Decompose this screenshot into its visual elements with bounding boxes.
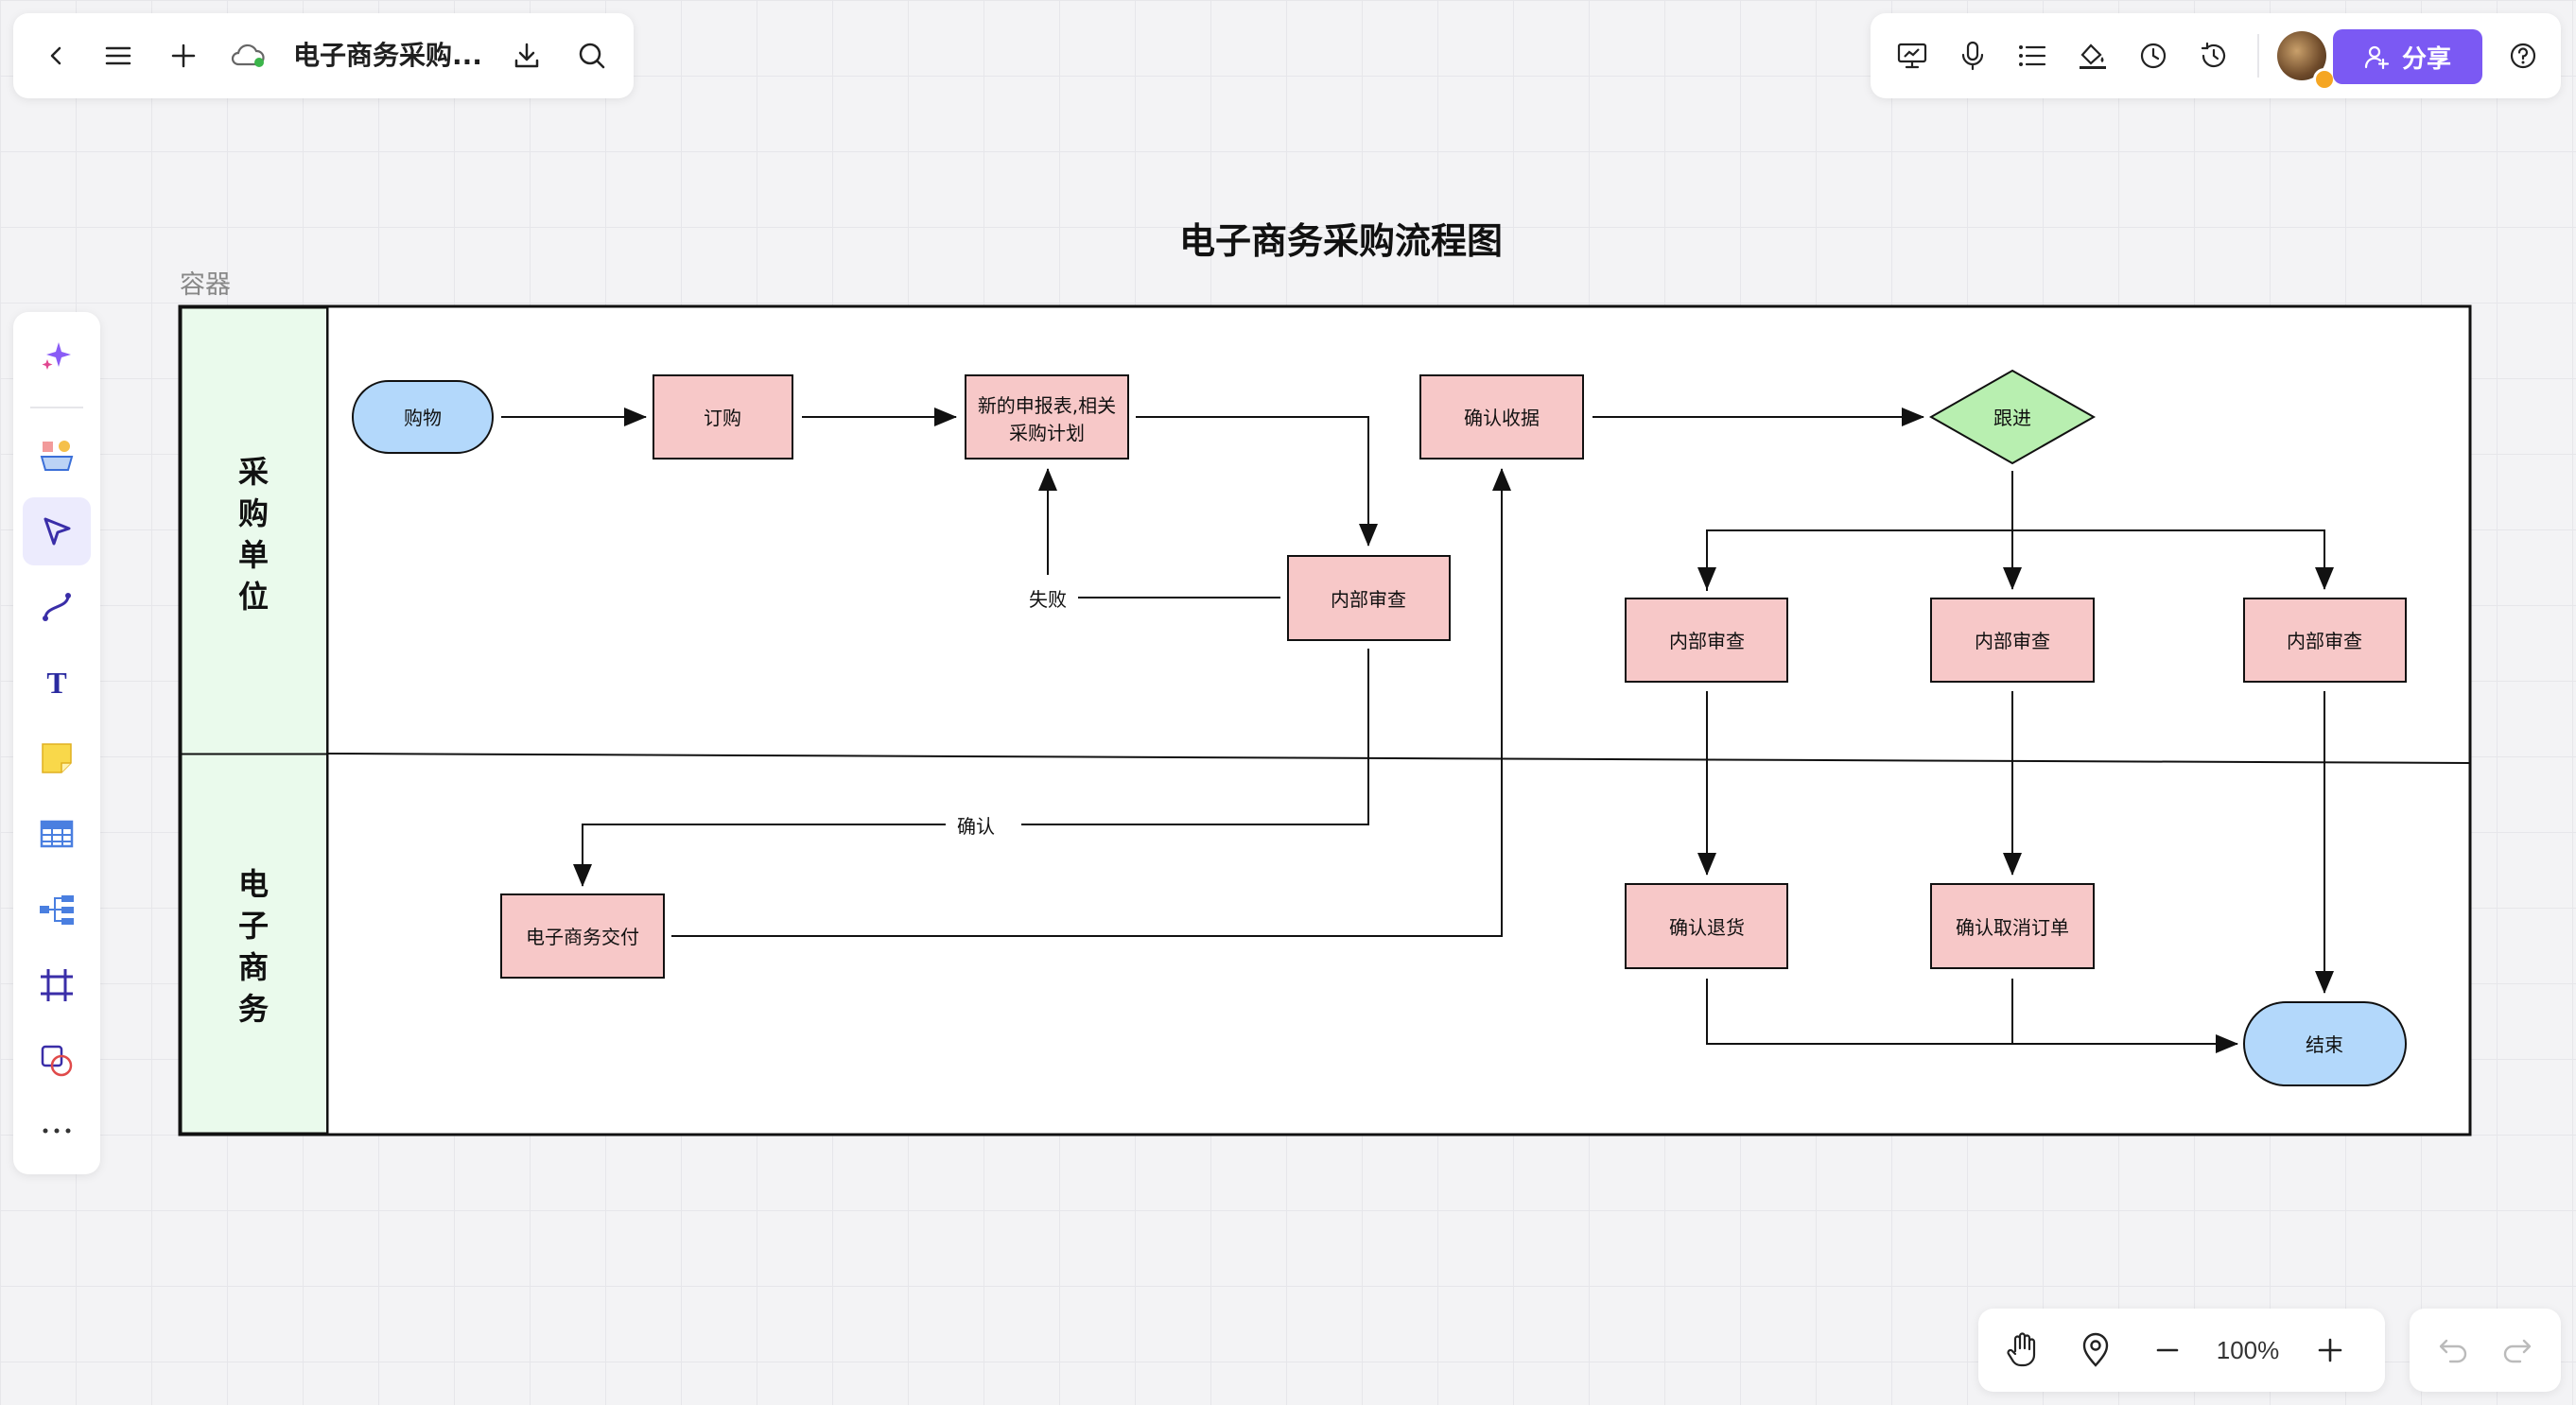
edge-label-failed: 失败 (1029, 588, 1067, 611)
node-neibu-shencha-2-label: 内部审查 (1669, 630, 1745, 652)
share-label: 分享 (2401, 44, 2451, 74)
undo-redo-toolbar (2410, 1309, 2561, 1392)
lane-header-ecommerce (180, 753, 329, 1135)
svg-text:单: 单 (238, 537, 269, 573)
mindmap-icon[interactable] (23, 876, 91, 944)
node-dinggou-label: 订购 (704, 407, 741, 429)
zoom-level[interactable]: 100% (2201, 1309, 2295, 1392)
toolbar-divider (2257, 34, 2259, 78)
svg-text:子: 子 (238, 908, 269, 944)
node-gouwu-label: 购物 (404, 407, 442, 429)
node-jieshu[interactable]: 结束 (2243, 1001, 2407, 1086)
node-gouwu[interactable]: 购物 (352, 380, 494, 454)
microphone-icon[interactable] (1954, 37, 1992, 75)
presentation-icon[interactable] (1893, 37, 1931, 75)
node-dinggou[interactable]: 订购 (653, 374, 793, 460)
svg-text:T: T (46, 666, 66, 700)
svg-text:采: 采 (238, 454, 269, 490)
table-icon[interactable] (23, 800, 91, 868)
svg-text:商: 商 (238, 949, 269, 985)
share-person-icon (2364, 45, 2390, 70)
menu-icon[interactable] (99, 37, 137, 75)
sticky-note-icon[interactable] (23, 724, 91, 792)
svg-text:务: 务 (238, 991, 269, 1027)
node-shenbao-label-2: 采购计划 (1009, 422, 1085, 444)
cloud-sync-icon (227, 37, 269, 75)
node-neibu-shencha-1[interactable]: 内部审查 (1287, 555, 1451, 641)
node-jieshu-label: 结束 (2306, 1033, 2343, 1056)
download-icon[interactable] (508, 37, 546, 75)
ai-sparkle-icon[interactable] (23, 321, 91, 390)
node-neibu-shencha-2[interactable]: 内部审查 (1625, 598, 1788, 683)
node-neibu-shencha-4[interactable]: 内部审查 (2243, 598, 2407, 683)
zoom-in-button[interactable] (2309, 1329, 2351, 1371)
svg-text:电: 电 (238, 866, 269, 902)
more-icon[interactable] (23, 1102, 91, 1159)
zoom-out-button[interactable] (2147, 1329, 2188, 1371)
redo-icon[interactable] (2497, 1329, 2538, 1371)
node-dianzi-jiaofu[interactable]: 电子商务交付 (500, 893, 665, 979)
node-shenbao[interactable]: 新的申报表,相关 采购计划 (965, 374, 1129, 460)
node-neibu-shencha-3[interactable]: 内部审查 (1930, 598, 2095, 683)
container-label: 容器 (180, 270, 231, 300)
shapes-icon[interactable] (23, 1027, 91, 1095)
hand-pan-icon[interactable] (2001, 1329, 2043, 1371)
help-icon[interactable] (2504, 37, 2542, 75)
swimlane-container[interactable] (178, 304, 2472, 1136)
edge-label-confirm: 确认 (957, 815, 995, 838)
undo-icon[interactable] (2432, 1329, 2474, 1371)
select-cursor-icon[interactable] (23, 497, 91, 565)
svg-text:购: 购 (238, 495, 269, 531)
whiteboard-canvas[interactable]: 电子商务采购流程图 容器 采 购 单 位 电 子 商 务 失败 确认 购物 订购… (0, 0, 2576, 1405)
node-queren-tuihuo[interactable]: 确认退货 (1625, 883, 1788, 969)
clock-icon[interactable] (2134, 37, 2172, 75)
node-queren-shouju-label: 确认收据 (1464, 407, 1540, 429)
svg-text:位: 位 (238, 579, 269, 615)
fill-bucket-icon[interactable] (2074, 37, 2112, 75)
node-queren-quxiao-label: 确认取消订单 (1956, 916, 2069, 939)
back-icon[interactable] (38, 37, 76, 75)
node-queren-shouju[interactable]: 确认收据 (1419, 374, 1584, 460)
node-queren-tuihuo-label: 确认退货 (1669, 916, 1745, 939)
search-icon[interactable] (573, 37, 611, 75)
palette-divider (30, 407, 83, 408)
frame-icon[interactable] (23, 951, 91, 1019)
node-neibu-shencha-1-label: 内部审查 (1331, 588, 1406, 611)
location-pin-icon[interactable] (2075, 1329, 2116, 1371)
history-icon[interactable] (2195, 37, 2233, 75)
node-genjin-label: 跟进 (1993, 407, 2031, 429)
list-icon[interactable] (2013, 37, 2051, 75)
zoom-toolbar: 100% (1978, 1309, 2385, 1392)
node-neibu-shencha-4-label: 内部审查 (2287, 630, 2362, 652)
top-left-toolbar: 电子商务采购... (13, 13, 634, 98)
left-tool-palette: T (13, 312, 100, 1174)
connector-icon[interactable] (23, 573, 91, 641)
template-icon[interactable] (23, 422, 91, 490)
share-button[interactable]: 分享 (2333, 29, 2482, 84)
node-queren-quxiao[interactable]: 确认取消订单 (1930, 883, 2095, 969)
diagram-title: 电子商务采购流程图 (1179, 220, 1503, 262)
plus-icon[interactable] (165, 37, 202, 75)
top-right-toolbar: 分享 (1871, 13, 2561, 98)
text-icon[interactable]: T (23, 649, 91, 717)
node-shenbao-label-1: 新的申报表,相关 (978, 394, 1116, 417)
document-title[interactable]: 电子商务采购... (293, 13, 482, 98)
node-dianzi-jiaofu-label: 电子商务交付 (526, 926, 639, 948)
node-neibu-shencha-3-label: 内部审查 (1975, 630, 2050, 652)
